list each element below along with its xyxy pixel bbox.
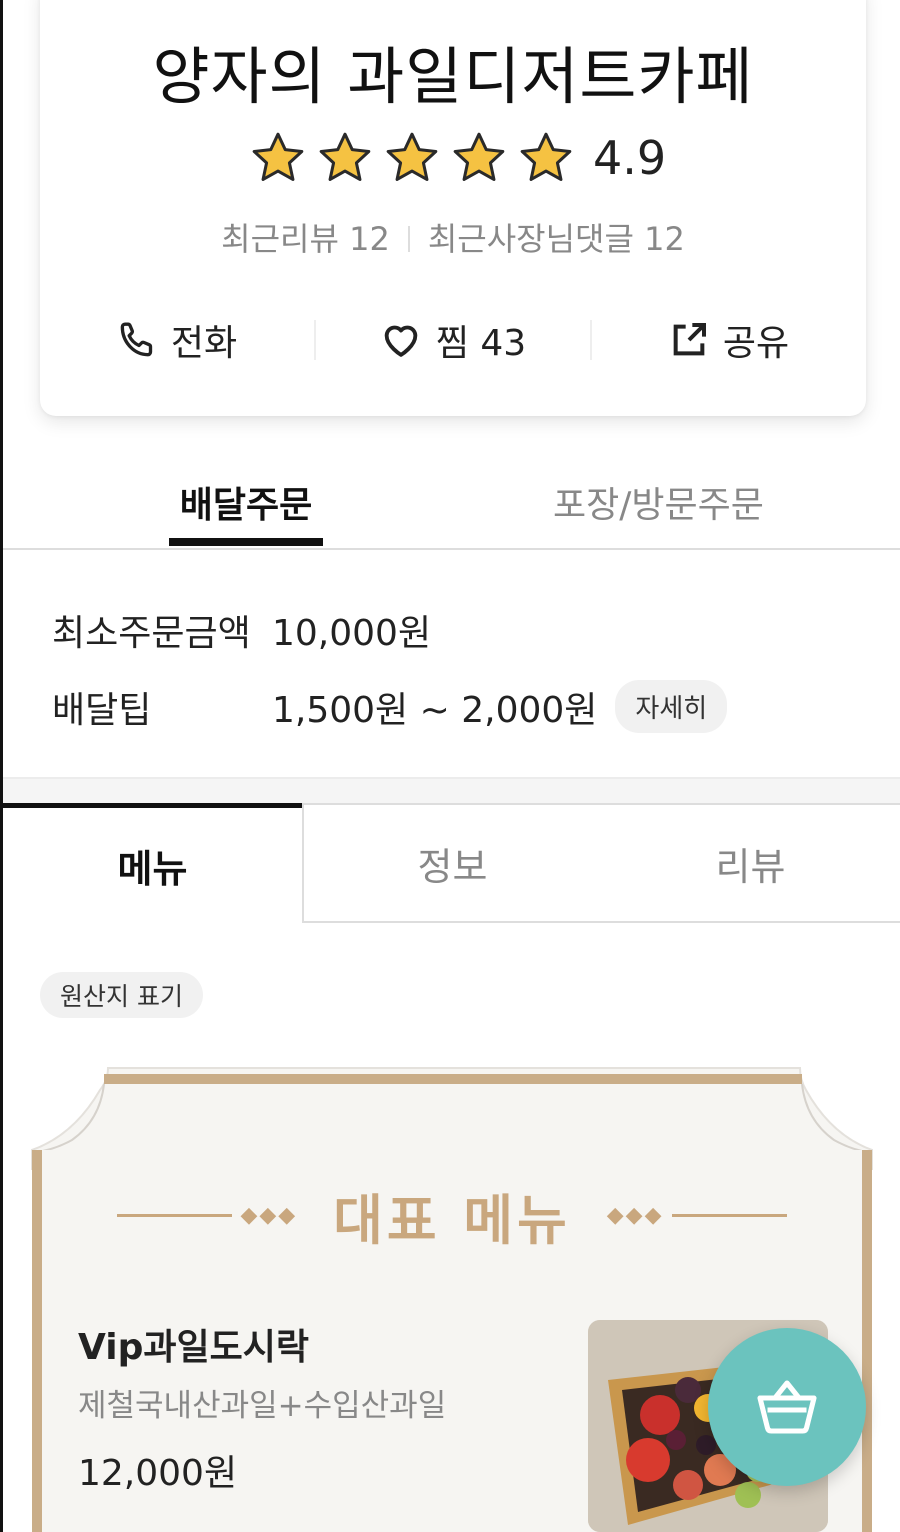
call-label: 전화: [170, 323, 238, 364]
diamond-ornament-icon: ◆◆◆: [606, 1202, 664, 1228]
store-name: 양자의 과일디저트카페: [152, 40, 754, 113]
store-card: 양자의 과일디저트카페 4.9 최근리뷰 12 최근사장님댓글 12 전화 찜 4…: [40, 0, 866, 416]
share-icon: [673, 323, 706, 356]
delivery-tip-row: 배달팁 1,500원 ~ 2,000원 자세히: [52, 680, 728, 733]
star-icon: [252, 132, 304, 181]
heart-icon: [384, 325, 418, 357]
tab-info[interactable]: 정보: [302, 803, 601, 923]
rep-menu-heading-row: ◆◆◆ 대표 메뉴 ◆◆◆: [16, 1180, 888, 1252]
recent-reviews-count[interactable]: 최근리뷰 12: [221, 220, 390, 258]
menu-item-price: 12,000원: [78, 1453, 238, 1494]
owner-comments-count[interactable]: 최근사장님댓글 12: [428, 220, 685, 258]
tab-delivery[interactable]: 배달주문: [169, 476, 323, 546]
ornament-line: [671, 1213, 787, 1217]
star-icon: [386, 132, 438, 181]
star-icon: [520, 132, 572, 181]
main-tabs: 메뉴 정보 리뷰: [3, 803, 900, 923]
ornament-line: [117, 1213, 233, 1217]
rep-menu-heading: 대표 메뉴: [333, 1188, 571, 1252]
left-edge: [0, 0, 3, 1532]
section-divider: [3, 777, 900, 803]
diamond-ornament-icon: ◆◆◆: [240, 1202, 298, 1228]
origin-label-chip[interactable]: 원산지 표기: [40, 972, 203, 1018]
order-type-tabs: 배달주문 포장/방문주문: [3, 466, 900, 550]
min-order-label: 최소주문금액: [52, 613, 251, 654]
call-button[interactable]: 전화: [40, 314, 314, 366]
rating-row: 4.9: [250, 130, 666, 186]
cart-button[interactable]: [708, 1328, 866, 1486]
divider: [407, 226, 410, 252]
min-order-value: 10,000원: [272, 613, 432, 654]
rating-value: 4.9: [593, 131, 667, 185]
review-summary: 최근리뷰 12 최근사장님댓글 12: [40, 214, 866, 260]
tab-pickup[interactable]: 포장/방문주문: [553, 476, 764, 528]
like-label: 찜 43: [435, 323, 527, 364]
share-button[interactable]: 공유: [592, 314, 866, 366]
phone-icon: [120, 322, 153, 357]
star-icon: [453, 132, 505, 181]
menu-item-name[interactable]: Vip과일도시락: [78, 1318, 309, 1370]
cart-icon: [757, 1380, 817, 1434]
share-label: 공유: [722, 323, 790, 364]
detail-button[interactable]: 자세히: [615, 680, 728, 733]
delivery-tip-value: 1,500원 ~ 2,000원: [272, 689, 598, 731]
min-order-row: 최소주문금액 10,000원: [52, 604, 431, 656]
delivery-tip-label: 배달팁: [52, 689, 152, 731]
tab-menu[interactable]: 메뉴: [3, 803, 302, 923]
tab-review[interactable]: 리뷰: [601, 803, 900, 923]
menu-item-description: 제철국내산과일+수입산과일: [78, 1388, 447, 1424]
star-icon: [319, 132, 371, 181]
like-button[interactable]: 찜 43: [316, 314, 590, 366]
action-row: 전화 찜 43 공유: [40, 310, 866, 370]
